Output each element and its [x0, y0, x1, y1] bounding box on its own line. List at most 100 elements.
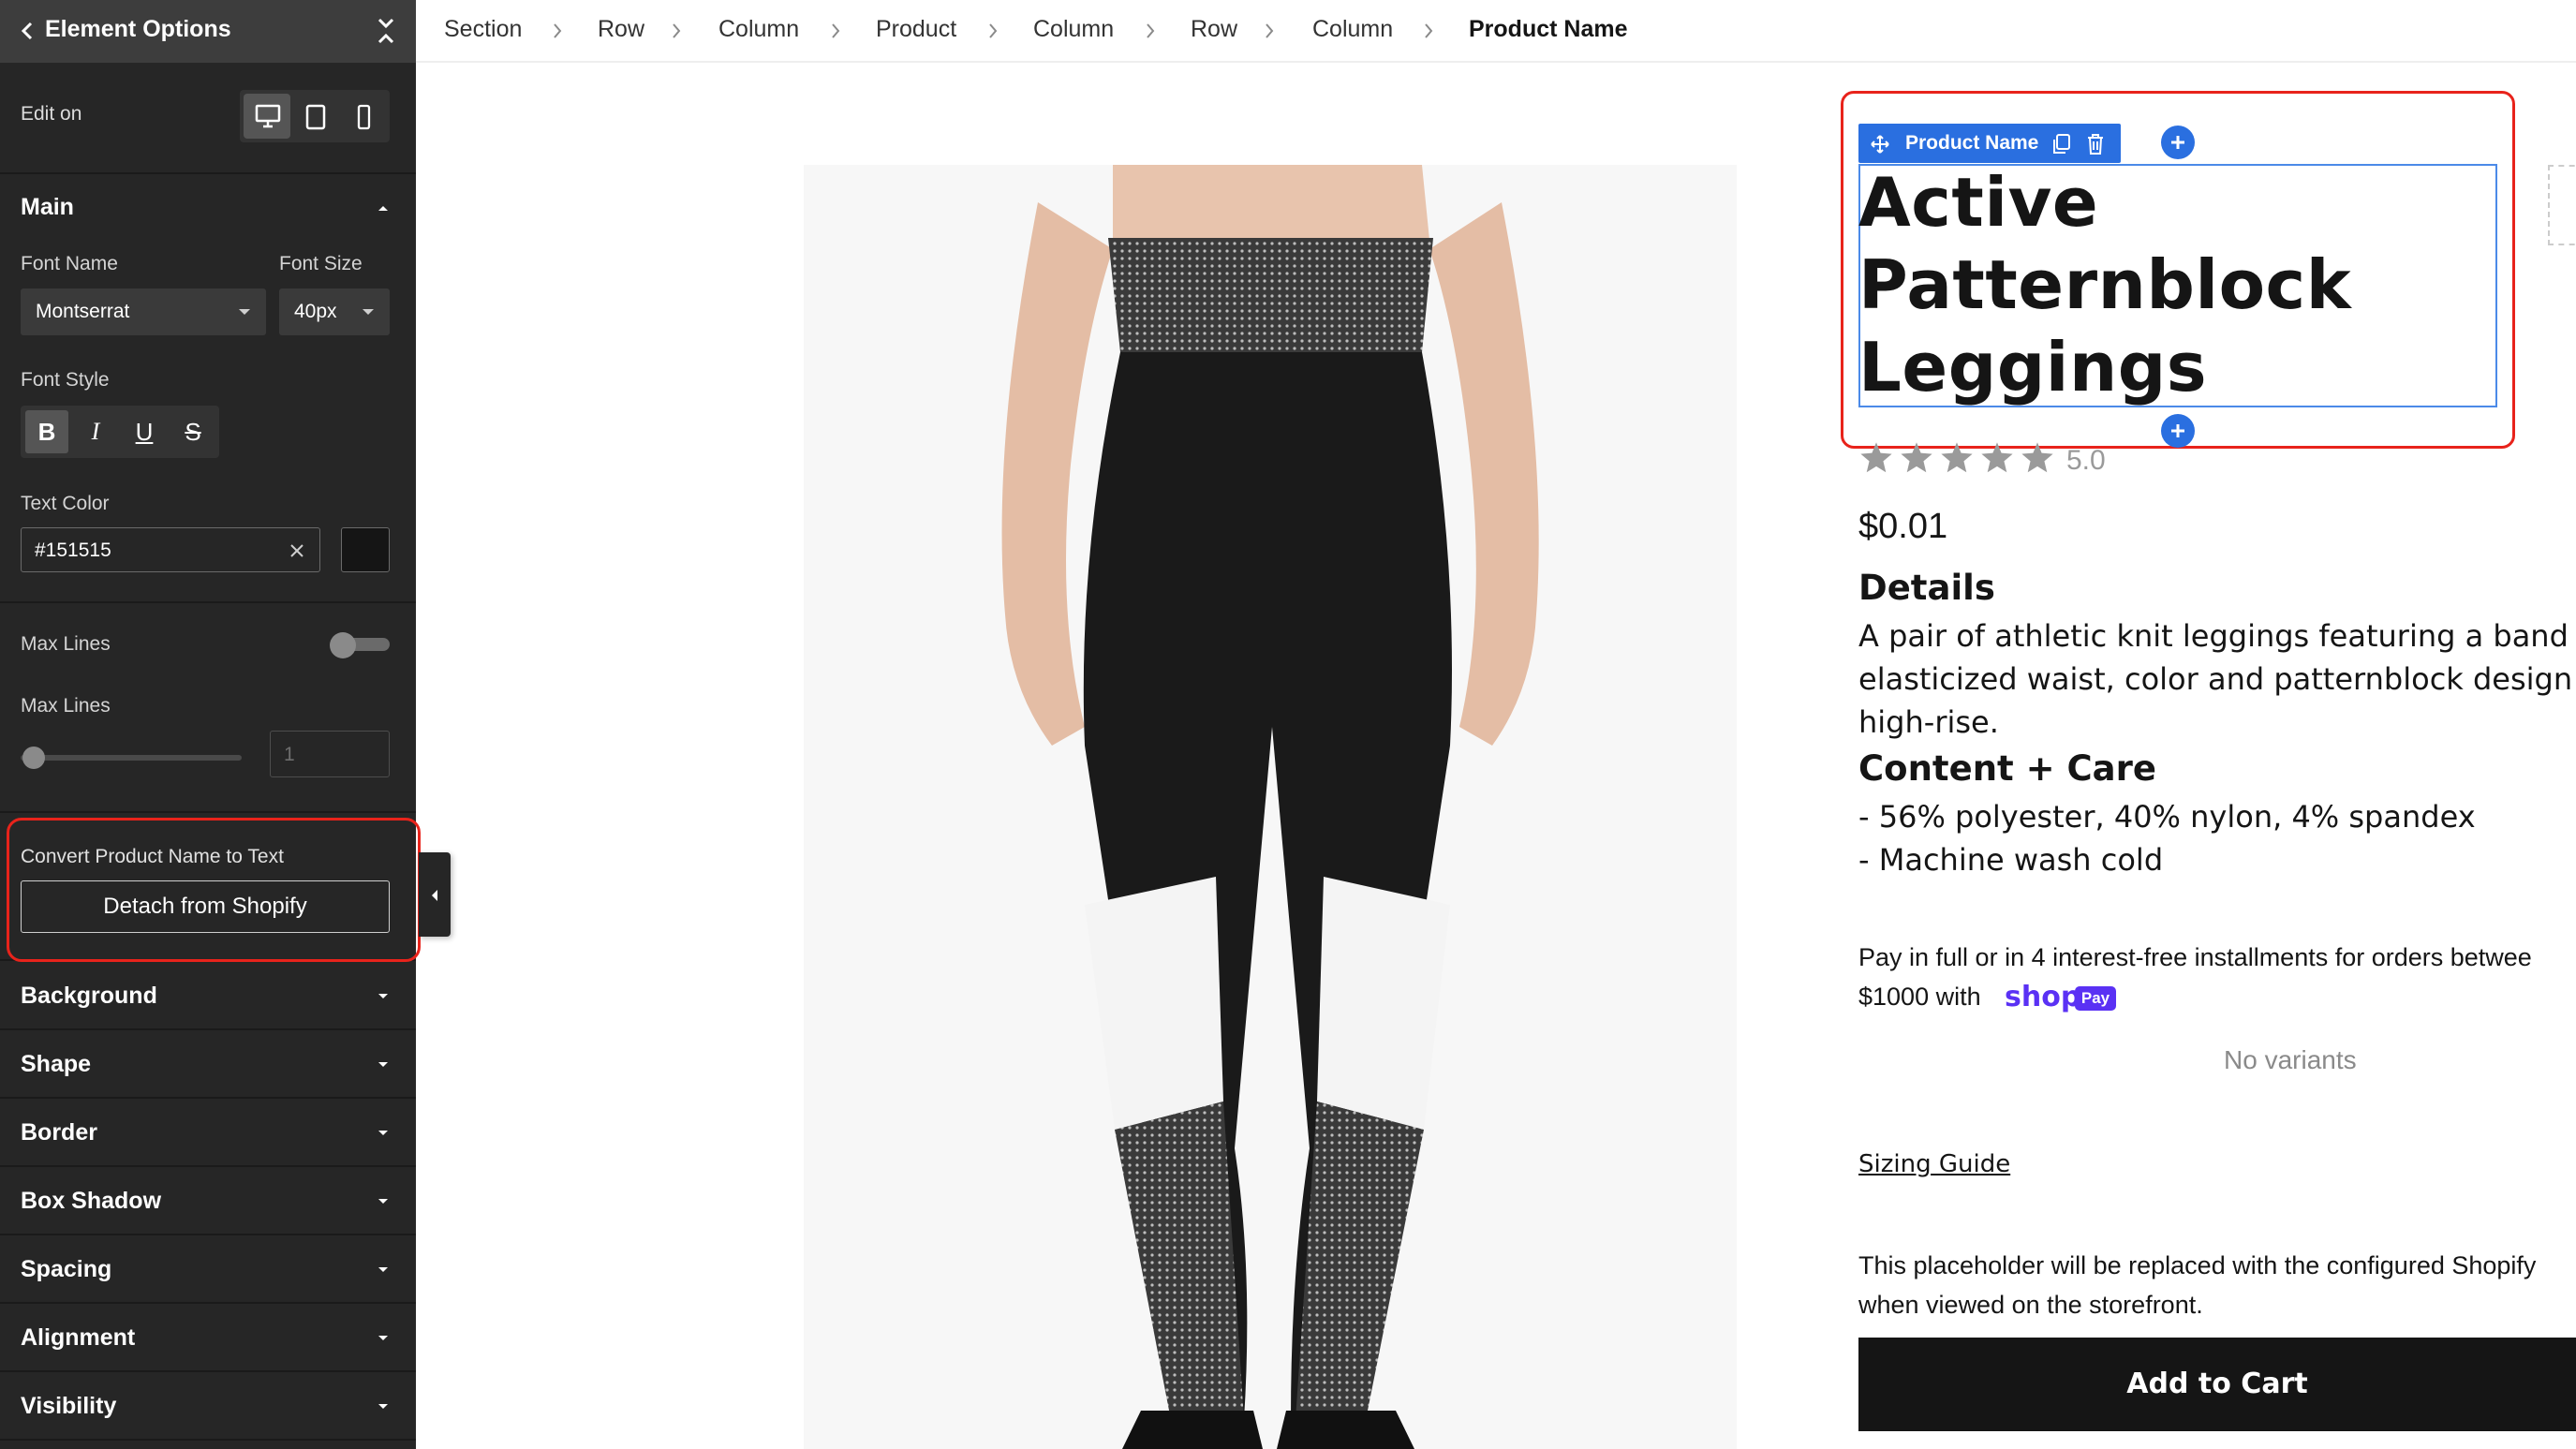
chevron-left-icon[interactable]	[15, 17, 39, 45]
font-size-label: Font Size	[279, 253, 363, 274]
caret-down-icon[interactable]	[375, 1059, 392, 1071]
product-title-line: Active	[1858, 163, 2099, 242]
text-color-value: #151515	[35, 540, 111, 561]
chevron-right-icon	[1147, 23, 1155, 38]
main-section-title[interactable]: Main	[21, 194, 74, 221]
breadcrumb-column[interactable]: Column	[1033, 16, 1114, 43]
star-icon	[1941, 442, 1973, 473]
care-heading: Content + Care	[1858, 748, 2156, 789]
shop-pay-badge: Pay	[2075, 986, 2116, 1011]
chevron-right-icon	[832, 23, 840, 38]
slider-handle[interactable]	[22, 747, 45, 769]
product-title[interactable]: Active Patternblock Leggings	[1858, 161, 2514, 408]
no-variants-text: No variants	[2224, 1045, 2357, 1074]
font-name-value: Montserrat	[36, 301, 130, 322]
font-size-value: 40px	[294, 301, 337, 322]
caret-down-icon[interactable]	[375, 991, 392, 1002]
divider	[0, 172, 416, 174]
add-element-below-button[interactable]	[2161, 414, 2195, 448]
chevron-right-icon	[989, 23, 998, 38]
trash-icon[interactable]	[2085, 133, 2106, 155]
divider	[0, 1028, 416, 1030]
collapse-icon[interactable]	[373, 15, 399, 47]
caret-left-icon	[432, 890, 437, 901]
section-shape[interactable]: Shape	[21, 1051, 91, 1078]
plus-icon	[2171, 136, 2184, 149]
divider	[0, 1439, 416, 1441]
tablet-icon	[305, 104, 326, 130]
duplicate-icon[interactable]	[2051, 133, 2072, 155]
add-element-above-button[interactable]	[2161, 126, 2195, 159]
caret-up-icon[interactable]	[375, 202, 392, 214]
product-title-line: Patternblock	[1858, 245, 2352, 324]
mobile-device-button[interactable]	[339, 94, 386, 139]
text-color-input[interactable]: #151515	[21, 527, 320, 572]
element-toolbar: Product Name	[1858, 124, 2121, 163]
max-lines-value: 1	[284, 744, 295, 765]
chevron-right-icon	[554, 23, 562, 38]
section-spacing[interactable]: Spacing	[21, 1256, 111, 1283]
placeholder-text: when viewed on the storefront.	[1858, 1291, 2203, 1319]
divider	[0, 811, 416, 813]
section-border[interactable]: Border	[21, 1119, 97, 1146]
breadcrumb: Section Row Column Product Column Row Co…	[416, 0, 2576, 63]
text-color-swatch[interactable]	[341, 527, 390, 572]
close-icon[interactable]	[288, 541, 306, 560]
breadcrumb-column[interactable]: Column	[1312, 16, 1393, 43]
caret-down-icon[interactable]	[375, 1128, 392, 1139]
section-alignment[interactable]: Alignment	[21, 1324, 135, 1352]
breadcrumb-row[interactable]: Row	[1191, 16, 1237, 43]
section-box-shadow[interactable]: Box Shadow	[21, 1188, 161, 1215]
font-name-select[interactable]: Montserrat	[21, 288, 266, 335]
underline-button[interactable]: U	[123, 410, 166, 453]
shop-pay-logo: shop	[2005, 981, 2081, 1013]
max-lines-toggle[interactable]	[330, 632, 392, 658]
sizing-guide-link[interactable]: Sizing Guide	[1858, 1150, 2010, 1178]
font-style-group: B I U S	[21, 406, 219, 458]
max-lines-slider-label: Max Lines	[21, 695, 111, 717]
font-size-select[interactable]: 40px	[279, 288, 390, 335]
tablet-device-button[interactable]	[291, 94, 338, 139]
installments-text: $1000 with	[1858, 983, 1981, 1011]
divider	[0, 1234, 416, 1235]
bold-button[interactable]: B	[25, 410, 68, 453]
text-color-label: Text Color	[21, 493, 110, 514]
caret-down-icon[interactable]	[375, 1264, 392, 1276]
panel-toggle-tab[interactable]	[419, 852, 451, 937]
breadcrumb-product[interactable]: Product	[876, 16, 956, 43]
chevron-right-icon	[1425, 23, 1433, 38]
chevron-down-icon	[239, 309, 250, 315]
divider	[0, 1097, 416, 1099]
placeholder-text: This placeholder will be replaced with t…	[1858, 1251, 2537, 1279]
divider	[0, 1302, 416, 1304]
mobile-icon	[357, 104, 371, 130]
care-text: - Machine wash cold	[1858, 842, 2164, 878]
add-to-cart-button[interactable]: Add to Cart	[1858, 1338, 2576, 1431]
product-image[interactable]	[804, 165, 1737, 1449]
desktop-icon	[255, 104, 281, 128]
details-text: A pair of athletic knit leggings featuri…	[1858, 618, 2569, 654]
section-background[interactable]: Background	[21, 983, 157, 1010]
edit-on-label: Edit on	[21, 103, 82, 125]
breadcrumb-column[interactable]: Column	[718, 16, 799, 43]
italic-button[interactable]: I	[74, 410, 117, 453]
max-lines-input[interactable]: 1	[270, 731, 390, 777]
leggings-illustration	[1001, 165, 1539, 1449]
care-text: - 56% polyester, 40% nylon, 4% spandex	[1858, 799, 2476, 835]
divider	[0, 601, 416, 603]
breadcrumb-current: Product Name	[1469, 16, 1628, 42]
strikethrough-button[interactable]: S	[171, 410, 215, 453]
caret-down-icon[interactable]	[375, 1401, 392, 1412]
breadcrumb-row[interactable]: Row	[598, 16, 644, 43]
installments-text: Pay in full or in 4 interest-free instal…	[1858, 943, 2532, 971]
chevron-right-icon	[673, 23, 681, 38]
caret-down-icon[interactable]	[375, 1333, 392, 1344]
product-title-line: Leggings	[1858, 328, 2208, 407]
section-visibility[interactable]: Visibility	[21, 1393, 116, 1420]
max-lines-slider[interactable]	[21, 746, 242, 770]
caret-down-icon[interactable]	[375, 1196, 392, 1207]
divider	[0, 1165, 416, 1167]
desktop-device-button[interactable]	[244, 94, 290, 139]
move-icon[interactable]	[1870, 134, 1890, 155]
breadcrumb-section[interactable]: Section	[444, 16, 522, 43]
